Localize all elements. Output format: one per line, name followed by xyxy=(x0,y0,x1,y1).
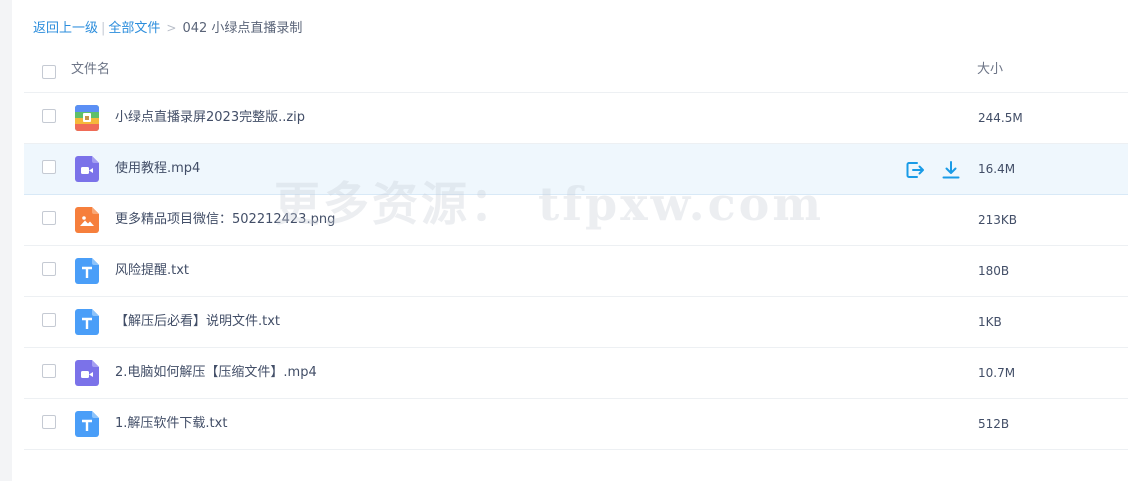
text-file-icon xyxy=(75,258,99,284)
file-name[interactable]: 小绿点直播录屏2023完整版..zip xyxy=(115,108,305,128)
file-name[interactable]: 风险提醒.txt xyxy=(115,261,189,281)
image-file-icon xyxy=(75,207,99,233)
zip-archive-icon xyxy=(75,105,99,131)
file-list: 文件名 大小 小绿点直播录屏2023完整版..zip 244.5M 使用教程.m… xyxy=(24,47,1128,450)
file-name[interactable]: 更多精品项目微信：502212423.png xyxy=(115,210,335,230)
share-export-icon[interactable] xyxy=(904,159,926,181)
row-checkbox[interactable] xyxy=(42,211,56,225)
file-size: 16.4M xyxy=(978,162,1016,176)
file-size: 10.7M xyxy=(978,366,1016,380)
file-size: 512B xyxy=(978,417,1010,431)
row-checkbox[interactable] xyxy=(42,160,56,174)
video-file-icon xyxy=(75,360,99,386)
file-list-header: 文件名 大小 xyxy=(24,47,1128,93)
file-row[interactable]: 【解压后必看】说明文件.txt 1KB xyxy=(24,297,1128,348)
file-size: 244.5M xyxy=(978,111,1023,125)
row-checkbox[interactable] xyxy=(42,313,56,327)
back-link[interactable]: 返回上一级 xyxy=(33,21,98,36)
download-icon[interactable] xyxy=(940,159,962,181)
row-checkbox[interactable] xyxy=(42,262,56,276)
text-file-icon xyxy=(75,309,99,335)
file-name[interactable]: 2.电脑如何解压【压缩文件】.mp4 xyxy=(115,363,317,383)
row-checkbox[interactable] xyxy=(42,415,56,429)
breadcrumb: 返回上一级 | 全部文件 >042 小绿点直播录制 xyxy=(33,18,302,38)
all-files-link[interactable]: 全部文件 xyxy=(108,21,160,36)
row-checkbox[interactable] xyxy=(42,364,56,378)
file-row[interactable]: 风险提醒.txt 180B xyxy=(24,246,1128,297)
breadcrumb-chevron: > xyxy=(166,21,177,35)
select-all-checkbox[interactable] xyxy=(42,65,56,79)
file-name[interactable]: 【解压后必看】说明文件.txt xyxy=(115,312,280,332)
breadcrumb-current-folder: 042 小绿点直播录制 xyxy=(182,21,303,36)
file-name[interactable]: 使用教程.mp4 xyxy=(115,159,200,179)
file-row[interactable]: 2.电脑如何解压【压缩文件】.mp4 10.7M xyxy=(24,348,1128,399)
file-browser-panel: 返回上一级 | 全部文件 >042 小绿点直播录制 文件名 大小 小绿点直播录屏… xyxy=(12,0,1128,481)
file-row[interactable]: 1.解压软件下载.txt 512B xyxy=(24,399,1128,450)
video-file-icon xyxy=(75,156,99,182)
file-row[interactable]: 小绿点直播录屏2023完整版..zip 244.5M xyxy=(24,93,1128,144)
text-file-icon xyxy=(75,411,99,437)
column-header-size[interactable]: 大小 xyxy=(977,60,1003,80)
file-row[interactable]: 使用教程.mp4 16.4M xyxy=(24,144,1128,195)
file-size: 1KB xyxy=(978,315,1002,329)
file-size: 213KB xyxy=(978,213,1018,227)
file-name[interactable]: 1.解压软件下载.txt xyxy=(115,414,227,434)
breadcrumb-divider: | xyxy=(101,21,106,36)
row-checkbox[interactable] xyxy=(42,109,56,123)
column-header-name[interactable]: 文件名 xyxy=(71,60,110,80)
file-row[interactable]: 更多精品项目微信：502212423.png 213KB xyxy=(24,195,1128,246)
file-size: 180B xyxy=(978,264,1010,278)
